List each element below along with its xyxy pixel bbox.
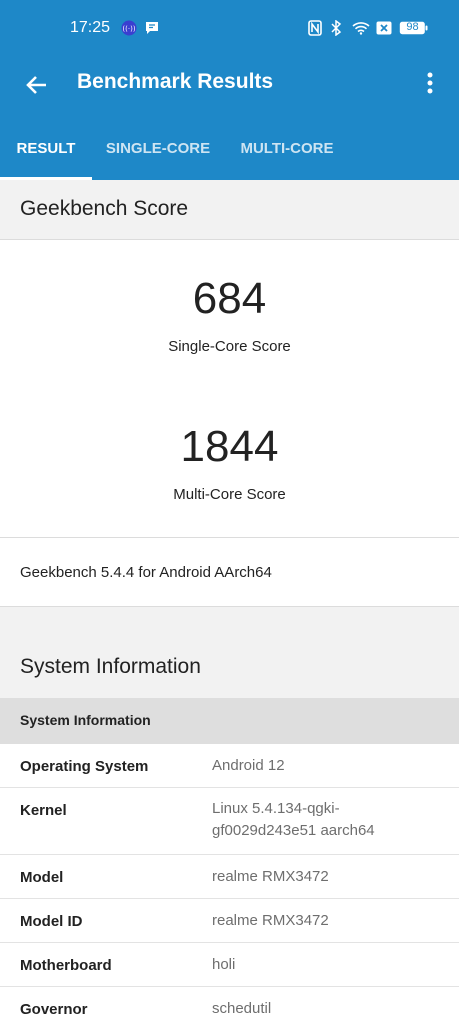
sim-off-icon (376, 20, 392, 36)
more-vert-icon (427, 72, 433, 94)
subheader-label: System Information (20, 712, 151, 728)
row-value: realme RMX3472 (212, 868, 329, 885)
row-key: Kernel (20, 802, 67, 819)
page-title: Benchmark Results (77, 70, 274, 93)
table-row: Motherboard holi (0, 943, 459, 987)
multi-core-score: 1844 (180, 422, 279, 471)
app-bar: Benchmark Results (0, 58, 459, 118)
row-key: Motherboard (20, 957, 112, 974)
arrow-back-icon (26, 76, 46, 94)
svg-text:((·)): ((·)) (122, 25, 135, 33)
bluetooth-icon (330, 20, 342, 36)
system-information-subheader: System Information (0, 698, 459, 744)
row-key: Operating System (20, 758, 149, 775)
status-bar: 17:25 ((·)) 98 (0, 0, 459, 58)
battery-level: 98 (406, 21, 419, 33)
wifi-icon (352, 20, 370, 36)
multi-core-label: Multi-Core Score (173, 486, 286, 503)
table-row: Operating System Android 12 (0, 744, 459, 788)
version-text: Geekbench 5.4.4 for Android AArch64 (20, 564, 272, 581)
hotspot-icon: ((·)) (121, 20, 137, 36)
row-key: Model ID (20, 913, 83, 930)
table-row: Governor schedutil (0, 987, 459, 1024)
tab-result[interactable]: RESULT (0, 118, 92, 180)
tab-multi-core[interactable]: MULTI-CORE (226, 118, 348, 180)
message-icon (145, 20, 159, 36)
row-key: Governor (20, 1001, 88, 1018)
tab-single-core[interactable]: SINGLE-CORE (94, 118, 222, 180)
back-button[interactable] (20, 68, 54, 102)
row-value: holi (212, 956, 236, 973)
row-value: schedutil (212, 1000, 272, 1017)
single-core-label: Single-Core Score (168, 338, 291, 355)
overflow-menu-button[interactable] (420, 70, 440, 98)
geekbench-score-header: Geekbench Score (0, 180, 459, 239)
battery-icon: 98 (399, 20, 429, 36)
row-value: realme RMX3472 (212, 912, 329, 929)
status-time: 17:25 (70, 19, 111, 36)
version-row: Geekbench 5.4.4 for Android AArch64 (0, 538, 459, 606)
table-row: Model realme RMX3472 (0, 855, 459, 899)
row-key: Model (20, 869, 64, 886)
section-title: System Information (20, 655, 201, 678)
system-information-header: System Information (0, 607, 459, 698)
row-value: Android 12 (212, 757, 285, 774)
section-title: Geekbench Score (20, 197, 189, 220)
nfc-icon (308, 20, 322, 36)
score-card: 684 Single-Core Score 1844 Multi-Core Sc… (0, 240, 459, 537)
tab-bar: RESULT SINGLE-CORE MULTI-CORE (0, 118, 459, 180)
single-core-score: 684 (192, 274, 267, 323)
row-value: Linux 5.4.134-qgki-gf0029d243e51 aarch64 (212, 800, 375, 839)
table-row: Model ID realme RMX3472 (0, 899, 459, 943)
table-row: Kernel Linux 5.4.134-qgki-gf0029d243e51 … (0, 788, 459, 855)
